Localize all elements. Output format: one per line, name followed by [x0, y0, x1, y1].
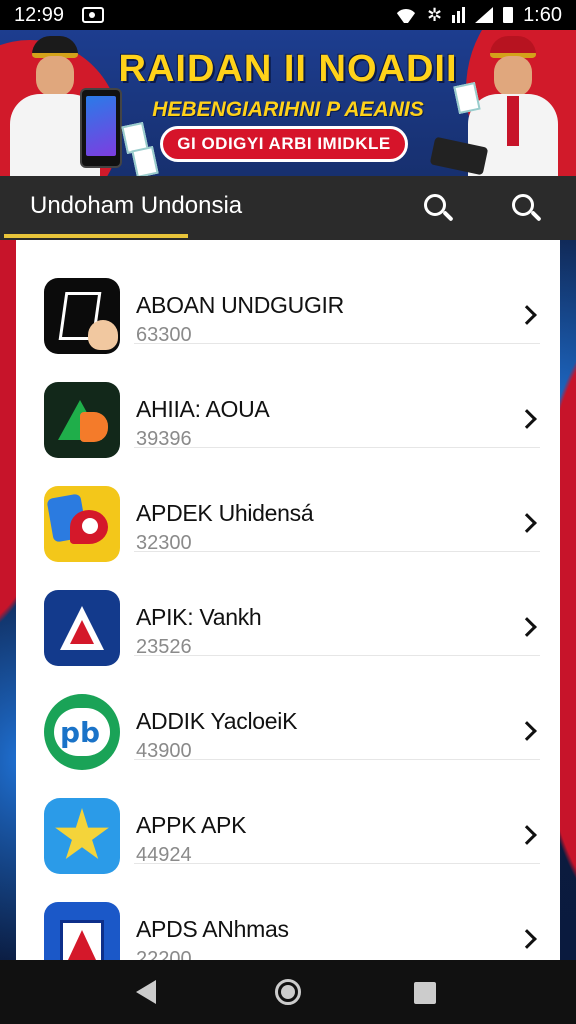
app-list: ABOAN UNDGUGIR 63300 AHIIA: AOUA 39396 A…: [16, 240, 560, 960]
signal-icon: [475, 7, 494, 23]
gallery-icon: [82, 7, 105, 23]
signal-bars-icon: [452, 7, 466, 23]
system-nav-bar: [0, 960, 576, 1024]
search-button-2[interactable]: [508, 190, 544, 226]
app-name: ABOAN UNDGUGIR: [136, 292, 344, 318]
app-name: AHIIA: AOUA: [136, 396, 270, 422]
recents-icon[interactable]: [414, 982, 436, 1004]
chevron-right-icon: [517, 929, 537, 949]
app-name: ADDIK YacloeiK: [136, 708, 298, 734]
app-icon: [44, 798, 120, 874]
list-item[interactable]: APIK: Vankh 23526: [16, 552, 560, 666]
chevron-right-icon: [517, 825, 537, 845]
header-title: Undoham Undonsia: [30, 192, 243, 219]
banner-subtitle: HEBENGIARIHNI P AEANIS: [152, 98, 424, 121]
app-name: APDS ANhmas: [136, 916, 289, 942]
app-count: 22200: [136, 948, 192, 960]
search-button[interactable]: [420, 190, 456, 226]
promo-banner[interactable]: RAIDAN II NOADII HEBENGIARIHNI P AEANIS …: [0, 30, 576, 176]
chevron-right-icon: [517, 513, 537, 533]
list-item[interactable]: APPK APK 44924: [16, 760, 560, 874]
list-item[interactable]: AHIIA: AOUA 39396: [16, 344, 560, 458]
status-time-right: 1:60: [523, 3, 562, 26]
status-bar: 12:99 ✲ 1:60: [0, 0, 576, 30]
app-icon: [44, 902, 120, 960]
app-icon: [44, 486, 120, 562]
chevron-right-icon: [517, 617, 537, 637]
card-graphic-2: [131, 146, 159, 176]
battery-icon: [503, 7, 514, 23]
app-icon: [44, 590, 120, 666]
chevron-right-icon: [517, 721, 537, 741]
app-name: APDEK Uhidensá: [136, 500, 314, 526]
list-item[interactable]: APDS ANhmas 22200: [16, 864, 560, 960]
app-name: APPK APK: [136, 812, 247, 838]
app-icon: [44, 382, 120, 458]
app-header: Undoham Undonsia: [0, 176, 576, 240]
list-item[interactable]: APDEK Uhidensá 32300: [16, 448, 560, 562]
banner-title: RAIDAN II NOADII: [118, 48, 458, 90]
wifi-icon: [395, 7, 417, 23]
list-item[interactable]: ABOAN UNDGUGIR 63300: [16, 240, 560, 354]
tab-indicator: [4, 234, 188, 238]
app-icon: [44, 278, 120, 354]
settings-status-icon: ✲: [426, 4, 443, 25]
banner-cta-button[interactable]: GI ODIGYI ARBI IMIDKLE: [160, 126, 408, 162]
list-item[interactable]: pb ADDIK YacloeiK 43900: [16, 656, 560, 770]
chevron-right-icon: [517, 409, 537, 429]
app-name: APIK: Vankh: [136, 604, 262, 630]
status-time: 12:99: [14, 3, 65, 26]
back-icon[interactable]: [136, 980, 156, 1004]
home-icon[interactable]: [275, 979, 301, 1005]
app-icon: pb: [44, 694, 120, 770]
chevron-right-icon: [517, 305, 537, 325]
